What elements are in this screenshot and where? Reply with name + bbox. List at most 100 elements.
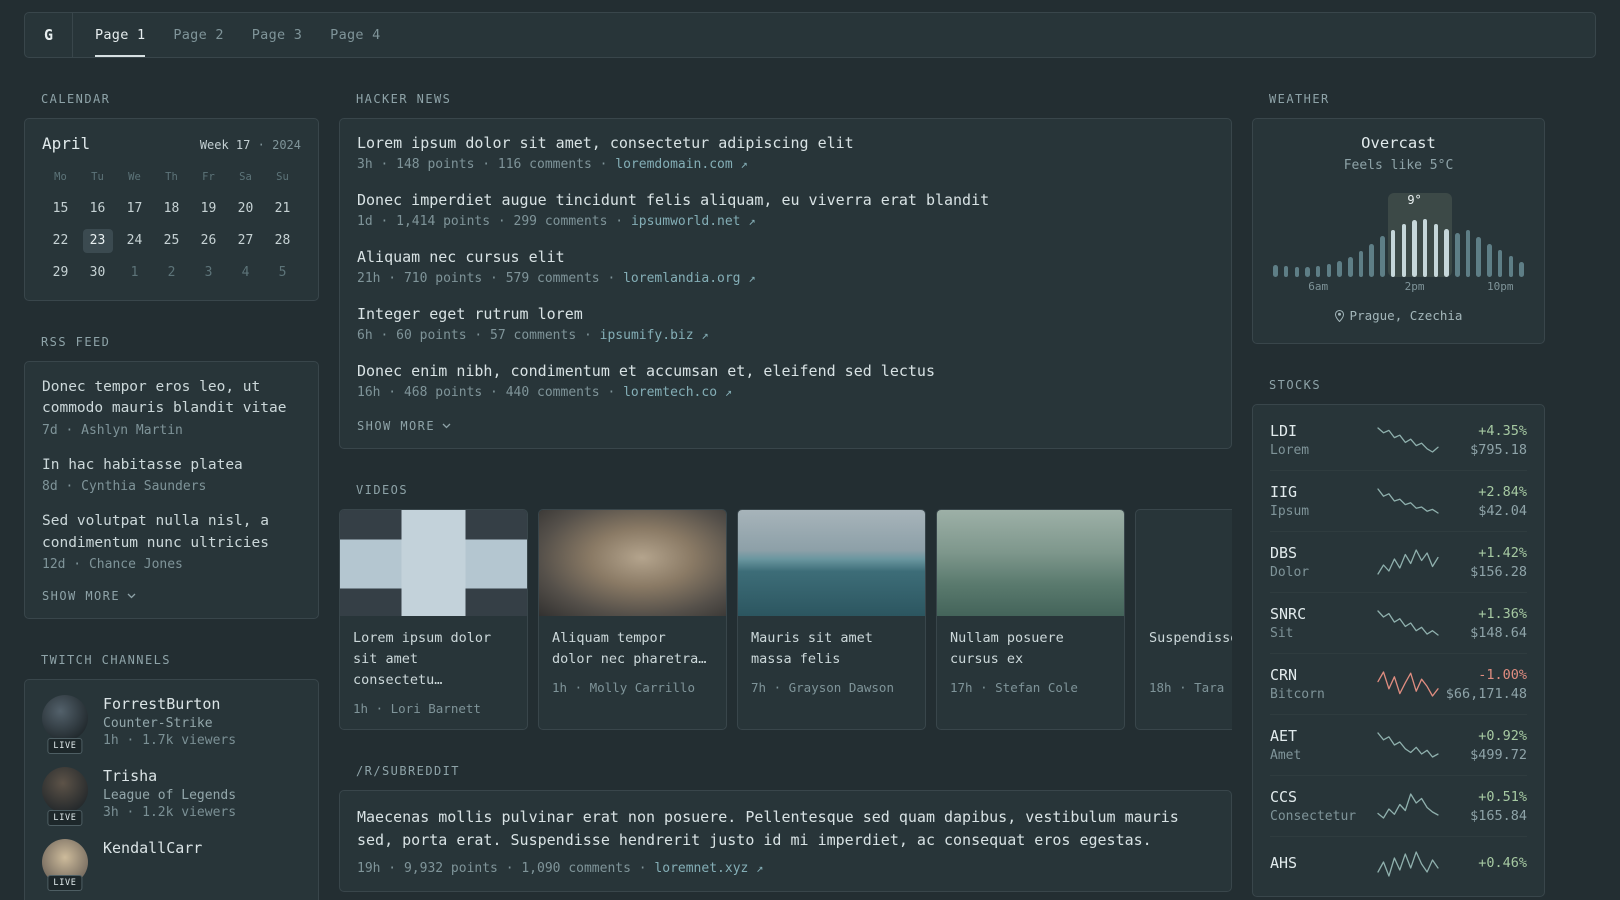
video-meta: 7h · Grayson Dawson	[751, 680, 894, 695]
twitch-section-title: TWITCH CHANNELS	[41, 653, 171, 668]
video-title[interactable]: Aliquam tempor dolor nec pharetra…	[552, 628, 713, 670]
twitch-channel-meta: 3h · 1.2k viewers	[103, 805, 237, 821]
twitch-channel-row[interactable]: LIVE ForrestBurton Counter-Strike 1h · 1…	[42, 695, 301, 755]
external-link-icon: ↗	[748, 271, 756, 285]
stock-price: $42.04	[1478, 502, 1527, 519]
rss-item-title[interactable]: Donec tempor eros leo, ut commodo mauris…	[42, 377, 301, 420]
rss-item-title[interactable]: Sed volutpat nulla nisl, a condimentum n…	[42, 511, 301, 554]
video-card[interactable]: Suspendisse diam 18h · Tara	[1135, 509, 1232, 730]
video-meta: 1h · Molly Carrillo	[552, 680, 695, 695]
tab-page-1[interactable]: Page 1	[95, 13, 146, 57]
video-card[interactable]: Lorem ipsum dolor sit amet consectetu… 1…	[339, 509, 528, 730]
hn-story-title[interactable]: Integer eget rutrum lorem	[357, 305, 1214, 323]
stock-change: +0.92%	[1478, 727, 1527, 744]
stock-name: Lorem	[1270, 443, 1310, 458]
stock-change: +0.51%	[1478, 788, 1527, 805]
hn-story-domain-link[interactable]: loremtech.co	[623, 385, 717, 400]
stock-ticker: CCS	[1270, 788, 1298, 806]
twitch-channel-row[interactable]: LIVE Trisha League of Legends 3h · 1.2k …	[42, 767, 301, 827]
subreddit-domain-link[interactable]: loremnet.xyz	[654, 861, 748, 876]
left-column: CALENDAR April Week 17 · 2024 Mo Tu We T…	[24, 92, 319, 900]
video-card[interactable]: Mauris sit amet massa felis 7h · Grayson…	[737, 509, 926, 730]
stock-sparkline	[1374, 425, 1441, 455]
calendar-days-grid: 15 16 17 18 19 20 21 22 23 24 25 26 27 2…	[42, 197, 301, 285]
hn-story-meta: 6h · 60 points · 57 comments · ipsumify.…	[357, 328, 1214, 343]
weekday-label: We	[128, 171, 141, 183]
tab-page-3[interactable]: Page 3	[252, 13, 302, 57]
external-link-icon: ↗	[740, 157, 748, 171]
hn-story-stats: 1d · 1,414 points · 299 comments ·	[357, 214, 624, 229]
video-thumbnail[interactable]	[738, 510, 925, 616]
calendar-day-selected: 23	[82, 229, 113, 253]
twitch-channel-row[interactable]: LIVE KendallCarr	[42, 839, 301, 892]
stock-row[interactable]: DBS Dolor +1.42% $156.28	[1270, 531, 1527, 592]
weekday-label: Su	[276, 171, 289, 183]
video-card[interactable]: Nullam posuere cursus ex 17h · Stefan Co…	[936, 509, 1125, 730]
calendar-day: 15	[52, 201, 69, 216]
hn-story-meta: 16h · 468 points · 440 comments · loremt…	[357, 385, 1214, 400]
stock-row[interactable]: CCS Consectetur +0.51% $165.84	[1270, 775, 1527, 836]
hn-story-stats: 21h · 710 points · 579 comments ·	[357, 271, 616, 286]
stock-row[interactable]: SNRC Sit +1.36% $148.64	[1270, 592, 1527, 653]
chevron-down-icon	[442, 423, 451, 429]
twitch-channel-meta: 1h · 1.7k viewers	[103, 733, 237, 749]
video-thumbnail[interactable]	[539, 510, 726, 616]
rss-item-title[interactable]: In hac habitasse platea	[42, 455, 301, 476]
stock-values: +4.35% $795.18	[1441, 423, 1527, 458]
tab-page-2[interactable]: Page 2	[173, 13, 223, 57]
video-card-body: Aliquam tempor dolor nec pharetra… 1h · …	[539, 616, 726, 708]
subreddit-card: Maecenas mollis pulvinar erat non posuer…	[339, 789, 1232, 893]
rss-widget: RSS FEED Donec tempor eros leo, ut commo…	[24, 335, 319, 620]
video-thumbnail[interactable]	[937, 510, 1124, 616]
avatar	[42, 767, 88, 814]
content-columns: CALENDAR April Week 17 · 2024 Mo Tu We T…	[24, 92, 1620, 900]
video-title[interactable]: Suspendisse diam	[1149, 628, 1232, 670]
video-thumbnail[interactable]	[340, 510, 527, 616]
video-thumbnail[interactable]	[1136, 510, 1232, 616]
calendar-section-title: CALENDAR	[41, 92, 111, 106]
hn-story-domain-link[interactable]: loremdomain.com	[615, 157, 732, 172]
stock-values: +0.51% $165.84	[1441, 789, 1527, 824]
hn-story-domain-link[interactable]: ipsumworld.net	[631, 214, 741, 229]
video-card[interactable]: Aliquam tempor dolor nec pharetra… 1h · …	[538, 509, 727, 730]
stock-row[interactable]: IIG Ipsum +2.84% $42.04	[1270, 470, 1527, 531]
stock-row[interactable]: LDI Lorem +4.35% $795.18	[1270, 410, 1527, 470]
hn-story-title[interactable]: Lorem ipsum dolor sit amet, consectetur …	[357, 134, 1214, 152]
video-title[interactable]: Nullam posuere cursus ex	[950, 628, 1111, 670]
video-title[interactable]: Lorem ipsum dolor sit amet consectetu…	[353, 628, 514, 691]
hn-story-domain-link[interactable]: loremlandia.org	[623, 271, 740, 286]
calendar-day: 22	[52, 233, 69, 248]
location-pin-icon	[1334, 309, 1344, 322]
stock-id: IIG Ipsum	[1270, 483, 1374, 519]
stock-id: CRN Bitcorn	[1270, 666, 1374, 702]
stock-values: +2.84% $42.04	[1441, 484, 1527, 519]
hn-story: Donec enim nibh, condimentum et accumsan…	[357, 362, 1214, 400]
calendar-day: 17	[126, 201, 143, 216]
video-meta: 1h · Lori Barnett	[353, 700, 481, 716]
subreddit-post-text[interactable]: Maecenas mollis pulvinar erat non posuer…	[357, 806, 1214, 853]
weekday-label: Fr	[202, 171, 215, 183]
calendar-day: 18	[163, 201, 180, 216]
stocks-section-title: STOCKS	[1269, 378, 1321, 392]
subreddit-post-stats: 19h · 9,932 points · 1,090 comments ·	[357, 861, 647, 877]
rss-show-more-button[interactable]: SHOW MORE	[42, 589, 301, 603]
stock-name: Bitcorn	[1270, 687, 1325, 702]
video-title[interactable]: Mauris sit amet massa felis	[751, 628, 912, 670]
calendar-day: 27	[237, 233, 254, 248]
stock-row[interactable]: CRN Bitcorn -1.00% $66,171.48	[1270, 653, 1527, 714]
stock-sparkline	[1374, 486, 1441, 516]
hn-story-title[interactable]: Donec enim nibh, condimentum et accumsan…	[357, 362, 1214, 380]
stock-price: $156.28	[1470, 563, 1527, 580]
hn-story-title[interactable]: Aliquam nec cursus elit	[357, 248, 1214, 266]
weather-card: Overcast Feels like 5°C 9° 6am 2pm 10pm Pr…	[1252, 118, 1545, 344]
tab-page-4[interactable]: Page 4	[330, 13, 380, 57]
app-logo[interactable]: G	[25, 13, 73, 57]
hn-story-domain-link[interactable]: ipsumify.biz	[600, 328, 694, 343]
stock-row[interactable]: AHS +0.46%	[1270, 836, 1527, 891]
hn-show-more-button[interactable]: SHOW MORE	[357, 419, 1214, 433]
calendar-header: April Week 17 · 2024	[42, 134, 301, 153]
calendar-day: 26	[200, 233, 217, 248]
stock-row[interactable]: AET Amet +0.92% $499.72	[1270, 714, 1527, 775]
hn-story-title[interactable]: Donec imperdiet augue tincidunt felis al…	[357, 191, 1214, 209]
chevron-down-icon	[127, 593, 136, 599]
